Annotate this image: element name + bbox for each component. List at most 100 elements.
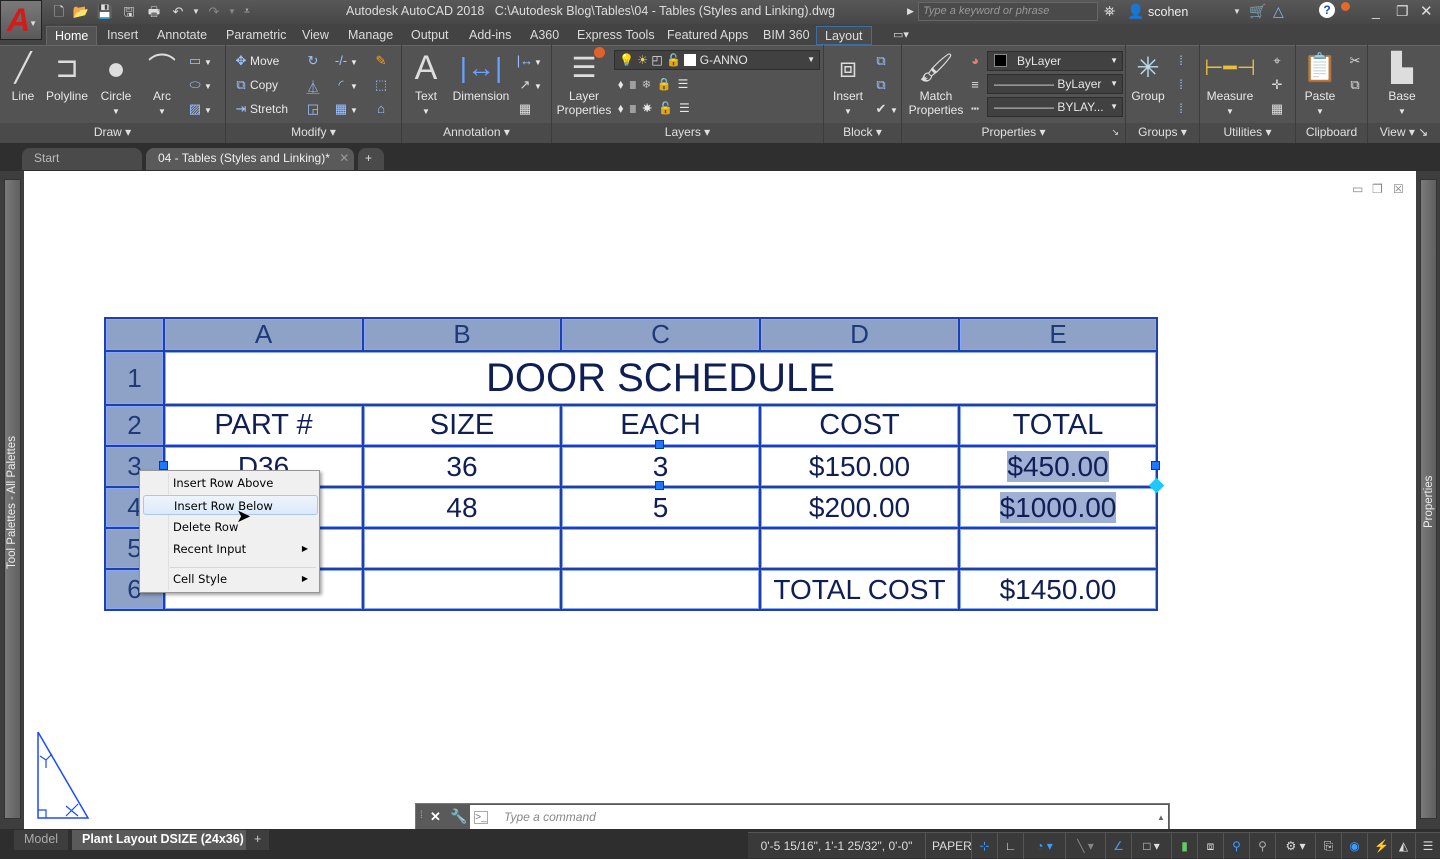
- tab-manage[interactable]: Manage: [340, 26, 401, 45]
- paper-space-toggle[interactable]: PAPER: [926, 833, 972, 859]
- drag-handle-icon[interactable]: ⁞: [420, 810, 423, 821]
- match-properties-button[interactable]: 🖌 Match Properties: [906, 51, 966, 117]
- dimension-button[interactable]: |↔| Dimension: [450, 51, 512, 103]
- menu-item-cell-style[interactable]: Cell Style ▶: [143, 569, 318, 589]
- tab-layout[interactable]: Layout: [816, 26, 872, 45]
- utilities-panel-title[interactable]: Utilities ▾: [1200, 123, 1295, 143]
- tab-a360[interactable]: A360: [522, 26, 567, 45]
- table-cell[interactable]: 5: [560, 486, 761, 529]
- new-tab-button[interactable]: +: [358, 148, 384, 170]
- object-snap-icon[interactable]: □ ▾: [1132, 833, 1172, 859]
- insert-block-button[interactable]: ⧈ Insert ▼: [828, 51, 868, 119]
- table-cell[interactable]: [958, 527, 1158, 570]
- table-button[interactable]: ▦: [516, 101, 534, 117]
- table-cell-selected[interactable]: $450.00: [958, 445, 1158, 488]
- linear-dim-button[interactable]: |↔▼: [516, 53, 542, 68]
- layer-properties-button[interactable]: ☰ Layer Properties: [556, 51, 612, 117]
- close-tab-icon[interactable]: ✕: [339, 151, 349, 165]
- workspace-gear-icon[interactable]: ⚙ ▾: [1276, 833, 1316, 859]
- table-title[interactable]: DOOR SCHEDULE: [163, 350, 1158, 406]
- table-cell[interactable]: 36: [362, 445, 562, 488]
- menu-item-recent-input[interactable]: Recent Input ▶: [143, 539, 318, 559]
- graphics-performance-icon[interactable]: ◭: [1392, 833, 1416, 859]
- viewport-close-icon[interactable]: ☒: [1393, 182, 1404, 196]
- rectangle-button[interactable]: ▭ ▼: [186, 53, 212, 69]
- measure-button[interactable]: ⊢━⊣ Measure ▼: [1204, 51, 1256, 119]
- isometric-icon[interactable]: ╲ ▾: [1066, 833, 1106, 859]
- application-menu-button[interactable]: A ▼: [0, 0, 42, 40]
- tab-plant-layout[interactable]: Plant Layout DSIZE (24x36): [72, 830, 254, 850]
- row-number[interactable]: 1: [104, 350, 165, 406]
- id-point-button[interactable]: ✛: [1268, 77, 1286, 93]
- polyline-button[interactable]: ⊐ Polyline: [44, 51, 90, 103]
- trim-button[interactable]: -/- ▼: [332, 53, 358, 68]
- redo-icon[interactable]: ↷: [205, 3, 223, 21]
- undo-icon[interactable]: ↶: [169, 3, 187, 21]
- lineweight-toggle-icon[interactable]: ▮: [1172, 833, 1198, 859]
- binoculars-icon[interactable]: ⛯: [1104, 3, 1115, 20]
- viewport-minimize-icon[interactable]: ▭: [1352, 182, 1363, 196]
- erase-button[interactable]: ✎: [372, 53, 390, 69]
- properties-panel-title[interactable]: Properties ▾ ↘: [902, 123, 1125, 143]
- customize-wrench-icon[interactable]: 🔧: [450, 808, 467, 825]
- header-cell[interactable]: COST: [759, 404, 960, 447]
- user-dropdown-icon[interactable]: ▼: [1233, 7, 1241, 16]
- close-command-icon[interactable]: ✕: [430, 809, 441, 825]
- connect-icon[interactable]: △: [1273, 3, 1284, 20]
- user-name[interactable]: scohen: [1148, 5, 1188, 19]
- table-cell[interactable]: [362, 527, 562, 570]
- close-icon[interactable]: ✕: [1420, 2, 1433, 20]
- create-block-button[interactable]: ⧉: [872, 53, 890, 69]
- layer-tools-row-1[interactable]: ⬧≣❄🔒☰: [618, 77, 694, 92]
- column-header[interactable]: D: [759, 317, 960, 352]
- rotate-button[interactable]: ↻: [304, 53, 322, 69]
- tab-parametric[interactable]: Parametric: [218, 26, 294, 45]
- groups-panel-title[interactable]: Groups ▾: [1126, 123, 1199, 143]
- tab-active-document[interactable]: 04 - Tables (Styles and Linking)* ✕: [146, 148, 354, 170]
- hatch-button[interactable]: ▨ ▼: [186, 101, 212, 117]
- open-file-icon[interactable]: 📂: [72, 3, 90, 21]
- circle-button[interactable]: ● Circle ▼: [96, 51, 136, 119]
- properties-palette-bar[interactable]: Properties: [1416, 171, 1440, 829]
- edit-block-button[interactable]: ⧉: [872, 77, 890, 93]
- quick-properties-icon[interactable]: ⧈: [1198, 833, 1224, 859]
- total-cost-label[interactable]: TOTAL COST: [759, 568, 960, 611]
- save-as-icon[interactable]: 🖫: [120, 3, 138, 21]
- fillet-button[interactable]: ◜ ▼: [332, 77, 357, 93]
- annotation-panel-title[interactable]: Annotation ▾: [402, 123, 551, 143]
- new-layout-button[interactable]: +: [246, 830, 270, 850]
- scale-button[interactable]: ◲: [304, 101, 322, 117]
- cell-grip[interactable]: [1151, 461, 1160, 470]
- snap-icon[interactable]: ⊹: [972, 833, 998, 859]
- table-cell-selected[interactable]: $1000.00: [958, 486, 1158, 529]
- line-button[interactable]: ╱ Line: [6, 51, 40, 103]
- row-number[interactable]: 2: [104, 404, 165, 447]
- coordinates-readout[interactable]: 0'-5 15/16", 1'-1 25/32", 0'-0": [748, 833, 926, 859]
- cell-grip[interactable]: [655, 440, 664, 449]
- tab-add-ins[interactable]: Add-ins: [461, 26, 519, 45]
- tab-express-tools[interactable]: Express Tools: [569, 26, 663, 45]
- customize-toolbar-icon[interactable]: ⩡: [238, 3, 256, 21]
- table-cell[interactable]: $200.00: [759, 486, 960, 529]
- minimize-icon[interactable]: _: [1372, 3, 1380, 19]
- menu-item-insert-row-below[interactable]: Insert Row Below: [143, 495, 318, 515]
- command-history-icon[interactable]: ▲: [1157, 813, 1165, 822]
- cell-grip[interactable]: [655, 481, 664, 490]
- header-cell[interactable]: PART #: [163, 404, 364, 447]
- annotation-visibility-icon[interactable]: ⚲: [1224, 833, 1250, 859]
- calculator-button[interactable]: ▦: [1268, 101, 1286, 117]
- base-view-button[interactable]: ▙ Base ▼: [1382, 51, 1422, 119]
- tab-view[interactable]: View: [294, 26, 337, 45]
- color-dropdown[interactable]: ByLayer ▼: [987, 51, 1123, 71]
- tab-annotate[interactable]: Annotate: [149, 26, 215, 45]
- polar-tracking-icon[interactable]: ◔ ▾: [1024, 833, 1066, 859]
- copy-button[interactable]: ⧉ Copy: [232, 77, 278, 93]
- offset-button[interactable]: ⌂: [372, 101, 390, 116]
- view-panel-title[interactable]: View ▾ ↘: [1368, 123, 1440, 143]
- array-button[interactable]: ▦ ▼: [332, 101, 358, 117]
- group-select-button[interactable]: ⁞: [1172, 101, 1190, 116]
- isolate-objects-icon[interactable]: ◉: [1342, 833, 1368, 859]
- auto-scale-icon[interactable]: ⚲: [1250, 833, 1276, 859]
- command-prompt-icon[interactable]: >_: [474, 811, 488, 824]
- corner-cell[interactable]: [104, 317, 165, 352]
